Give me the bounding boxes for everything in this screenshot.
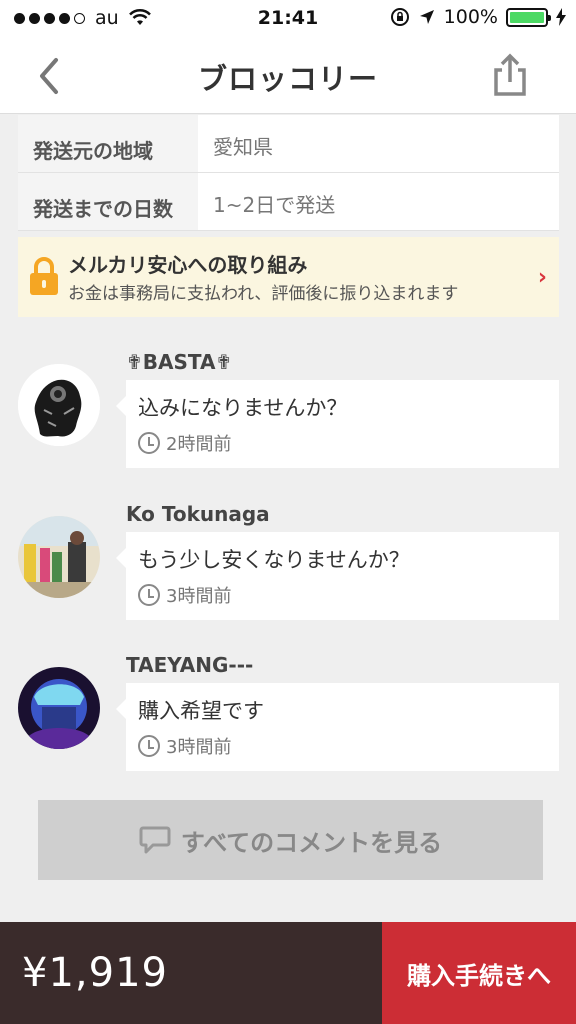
share-icon[interactable] [490, 52, 530, 98]
comment-author: Ko Tokunaga [126, 502, 270, 526]
comment-bubble: 購入希望です 3時間前 [116, 683, 559, 771]
comment-message: 込みになりませんか？ [138, 396, 348, 420]
chevron-right-icon: › [537, 265, 547, 290]
avatar[interactable] [18, 364, 100, 446]
info-label: 発送までの日数 [18, 173, 198, 230]
info-row-shipping-days: 発送までの日数 1~2日で発送 [18, 173, 559, 231]
clock-icon [138, 432, 160, 454]
charging-icon [556, 8, 566, 26]
clock-icon [138, 584, 160, 606]
comment-time-label: 2時間前 [166, 434, 232, 455]
lock-icon [30, 257, 58, 295]
comment-time: 3時間前 [138, 733, 231, 759]
view-all-comments-button[interactable]: すべてのコメントを見る [38, 800, 543, 880]
comment-bubble: 込みになりませんか？ 2時間前 [116, 380, 559, 468]
purchase-bar: ¥1,919 購入手続きへ [0, 922, 576, 1024]
comment-message: もう少し安くなりませんか？ [138, 548, 410, 572]
comment-author: ✟BASTA✟ [126, 350, 233, 374]
comment-message: 購入希望です [138, 699, 264, 723]
info-row-origin: 発送元の地域 愛知県 [18, 115, 559, 173]
battery-percent: 100% [443, 6, 498, 28]
view-all-comments-label: すべてのコメントを見る [180, 828, 443, 857]
clock-icon [138, 735, 160, 757]
nav-bar: ブロッコリー [0, 38, 576, 114]
comment-icon [139, 826, 171, 854]
location-icon [419, 10, 434, 24]
safety-banner[interactable]: メルカリ安心への取り組み お金は事務局に支払われ、評価後に振り込まれます › [18, 237, 559, 317]
info-label: 発送元の地域 [18, 115, 198, 172]
safety-title: メルカリ安心への取り組み [68, 253, 308, 277]
info-value: 1~2日で発送 [198, 173, 559, 230]
item-price: ¥1,919 [22, 950, 168, 996]
rotation-lock-icon [390, 8, 409, 26]
item-info-table: 発送元の地域 愛知県 発送までの日数 1~2日で発送 [18, 115, 559, 231]
status-bar: au 21:41 100% [0, 0, 576, 38]
avatar[interactable] [18, 667, 100, 749]
buy-button[interactable]: 購入手続きへ [382, 922, 576, 1024]
safety-subtitle: お金は事務局に支払われ、評価後に振り込まれます [68, 284, 459, 304]
battery-icon [506, 7, 551, 27]
avatar[interactable] [18, 516, 100, 598]
comment-time-label: 3時間前 [166, 586, 232, 607]
comment-author: TAEYANG--- [126, 653, 254, 677]
comment-time: 2時間前 [138, 430, 231, 456]
info-value: 愛知県 [198, 115, 559, 172]
price-area: ¥1,919 [0, 922, 382, 1024]
comment-time-label: 3時間前 [166, 737, 232, 758]
comment-bubble: もう少し安くなりませんか？ 3時間前 [116, 532, 559, 620]
status-right: 100% [390, 6, 566, 28]
comment-time: 3時間前 [138, 582, 231, 608]
